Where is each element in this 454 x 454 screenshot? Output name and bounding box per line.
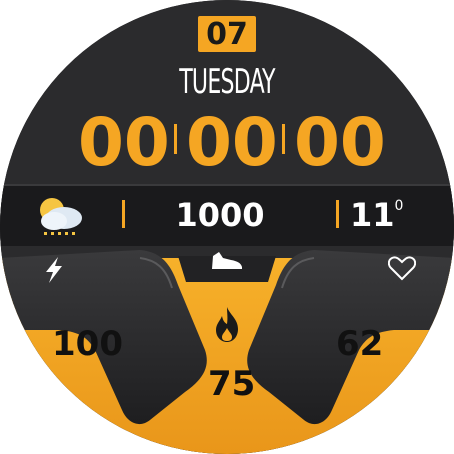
time-seconds: 00: [294, 104, 386, 181]
temperature-number: 11: [350, 196, 395, 234]
lightning-icon: [46, 257, 62, 283]
date-day: 07: [198, 16, 256, 52]
shoe-icon: [212, 252, 242, 269]
time-separator: [282, 124, 285, 154]
temperature-unit: 0: [394, 198, 404, 214]
info-separator: [336, 200, 339, 228]
watch-face: 07 TUESDAY 00 00 00 1000 110 100 75 62: [0, 0, 454, 454]
heart-rate-value: 62: [336, 324, 384, 364]
cloudy-night-icon: [40, 198, 82, 235]
calories-value: 75: [208, 364, 256, 404]
fire-icon: [216, 307, 238, 342]
time-hours: 00: [78, 104, 170, 181]
weekday-label: TUESDAY: [179, 62, 275, 102]
temperature-value: 110: [350, 196, 403, 234]
battery-value: 100: [52, 324, 123, 364]
heart-icon: [388, 256, 416, 281]
time-minutes: 00: [186, 104, 278, 181]
steps-value: 1000: [175, 196, 265, 234]
info-separator: [122, 200, 125, 228]
time-separator: [174, 124, 177, 154]
